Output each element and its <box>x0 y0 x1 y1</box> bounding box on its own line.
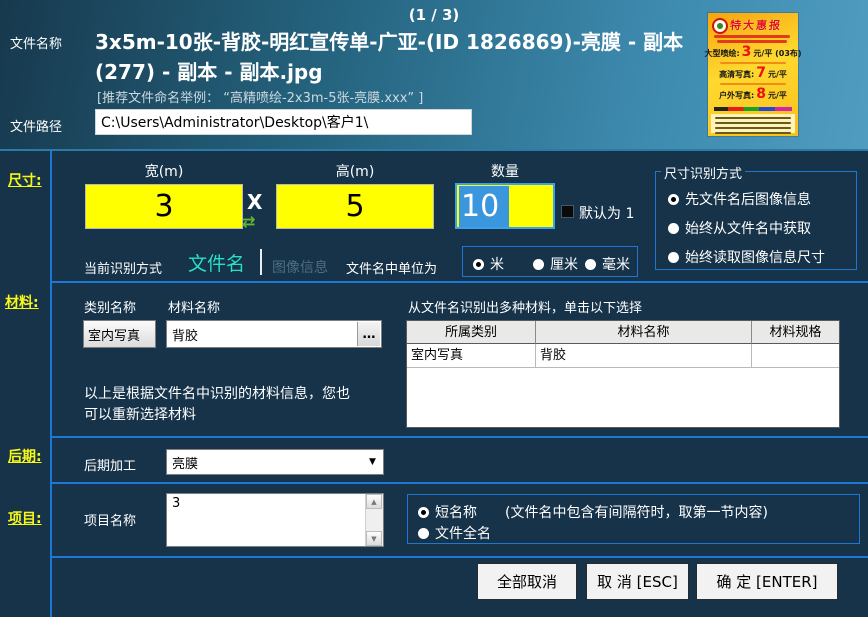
sidebar-item-project: 项目: <box>8 508 42 528</box>
radio-always-filename[interactable]: 始终从文件名中获取 <box>668 218 825 238</box>
radio-always-image-info[interactable]: 始终读取图像信息尺寸 <box>668 247 825 267</box>
quantity-input[interactable]: 10 <box>455 183 555 229</box>
radio-icon <box>418 507 429 518</box>
flyer-text-bar <box>720 62 786 64</box>
scroll-up-icon[interactable]: ▲ <box>366 494 382 509</box>
sidebar-item-material: 材料: <box>5 292 39 312</box>
flyer-text-bar <box>714 35 790 38</box>
width-label: 宽(m) <box>85 161 243 181</box>
table-header-row: 所属类别 材料名称 材料规格 <box>407 321 839 344</box>
radio-unit-cm[interactable]: 厘米 <box>533 254 578 274</box>
radio-unit-m[interactable]: 米 <box>473 254 504 274</box>
material-note-line1: 以上是根据文件名中识别的材料信息，您也 <box>84 383 350 403</box>
sidebar-item-post: 后期: <box>8 446 42 466</box>
post-process-label: 后期加工 <box>84 455 136 474</box>
naming-recommendation: [推荐文件命名举例： “高精喷绘-2x3m-5张-亮膜.xxx” ] <box>97 87 423 106</box>
sidebar-divider <box>50 151 52 617</box>
file-path-input[interactable]: C:\Users\Administrator\Desktop\客户1\ <box>95 109 472 135</box>
flyer-multicolor-bar <box>714 107 792 111</box>
times-label: X <box>247 190 262 214</box>
browse-material-button[interactable]: … <box>357 322 380 346</box>
material-table-caption: 从文件名识别出多种材料，单击以下选择 <box>408 297 642 316</box>
section-divider <box>50 556 868 558</box>
section-divider <box>50 281 868 283</box>
flyer-price-line: 户外写真: 8 元/平 <box>710 88 796 101</box>
material-field[interactable]: 背胶 … <box>166 320 382 348</box>
height-label: 高(m) <box>276 161 434 181</box>
height-input[interactable]: 5 <box>276 184 434 229</box>
radio-icon <box>418 528 429 539</box>
radio-icon <box>668 194 679 205</box>
material-note-line2: 可以重新选择材料 <box>84 404 196 424</box>
flyer-contact-block <box>711 114 795 133</box>
default-qty-label: 默认为 1 <box>579 203 634 223</box>
flyer-text-bar <box>720 83 786 85</box>
section-divider <box>50 436 868 438</box>
flyer-title: 特大惠报 <box>729 17 783 33</box>
unit-groupbox: 米 厘米 毫米 <box>462 246 638 277</box>
material-label: 材料名称 <box>168 297 220 316</box>
post-process-dropdown[interactable]: 亮膜 ▼ <box>166 449 384 475</box>
radio-full-name[interactable]: 文件全名 <box>418 523 491 543</box>
sidebar-item-size: 尺寸: <box>8 170 42 190</box>
method-divider <box>260 249 262 275</box>
flyer-logo-icon <box>712 18 728 34</box>
quantity-label: 数量 <box>455 161 555 181</box>
ok-button[interactable]: 确 定 [ENTER] <box>696 563 838 600</box>
section-divider <box>50 482 868 484</box>
method-image-toggle[interactable]: 图像信息 <box>272 257 328 277</box>
file-path-label: 文件路径 <box>10 116 62 135</box>
radio-icon <box>668 223 679 234</box>
radio-icon <box>533 259 544 270</box>
scrollbar[interactable]: ▲ ▼ <box>365 494 383 546</box>
cancel-button[interactable]: 取 消 [ESC] <box>586 563 689 600</box>
scroll-down-icon[interactable]: ▼ <box>366 531 382 546</box>
panel-top-edge <box>0 149 868 151</box>
file-name-text: 3x5m-10张-背胶-明红宣传单-广亚-(ID 1826869)-亮膜 - 副… <box>95 27 723 87</box>
app-window: (1 / 3) 文件名称 3x5m-10张-背胶-明红宣传单-广亚-(ID 18… <box>0 0 868 617</box>
selected-text: 10 <box>459 186 509 227</box>
material-table: 所属类别 材料名称 材料规格 室内写真 背胶 <box>406 320 840 428</box>
category-field[interactable]: 室内写真 <box>83 320 156 348</box>
flyer-price-line: 高清写真: 7 元/平 <box>710 67 796 80</box>
size-recognition-groupbox: 尺寸识别方式 先文件名后图像信息 始终从文件名中获取 始终读取图像信息尺寸 <box>655 171 857 270</box>
radio-filename-first[interactable]: 先文件名后图像信息 <box>668 189 825 209</box>
cancel-all-button[interactable]: 全部取消 <box>477 563 577 600</box>
width-input[interactable]: 3 <box>85 184 243 229</box>
radio-short-name[interactable]: 短名称 (文件名中包含有间隔符时，取第一节内容) <box>418 502 768 522</box>
chevron-down-icon[interactable]: ▼ <box>363 451 382 473</box>
project-name-textarea[interactable]: 3 ▲ ▼ <box>166 493 384 547</box>
swap-dimensions-icon[interactable]: ⇄ <box>242 212 255 231</box>
flyer-price-line: 大型喷绘: 3 元/平 (03布) <box>710 46 796 59</box>
project-name-label: 项目名称 <box>84 510 136 529</box>
size-recognition-title: 尺寸识别方式 <box>661 163 745 182</box>
category-label: 类别名称 <box>84 297 136 316</box>
project-name-mode-groupbox: 短名称 (文件名中包含有间隔符时，取第一节内容) 文件全名 <box>407 494 860 544</box>
filename-unit-label: 文件名中单位为 <box>346 258 437 277</box>
current-method-label: 当前识别方式 <box>84 258 162 277</box>
radio-icon <box>668 252 679 263</box>
file-preview-thumbnail: 特大惠报 大型喷绘: 3 元/平 (03布) 高清写真: 7 元/平 户外写真:… <box>708 13 798 136</box>
radio-icon <box>473 259 484 270</box>
radio-icon <box>585 259 596 270</box>
radio-unit-mm[interactable]: 毫米 <box>585 254 630 274</box>
file-name-label: 文件名称 <box>10 33 62 52</box>
flyer-text-bar <box>717 40 787 43</box>
default-qty-checkbox[interactable] <box>561 205 574 218</box>
table-row[interactable]: 室内写真 背胶 <box>407 344 839 368</box>
method-filename-toggle[interactable]: 文件名 <box>188 249 245 276</box>
header-panel: (1 / 3) 文件名称 3x5m-10张-背胶-明红宣传单-广亚-(ID 18… <box>0 0 868 151</box>
